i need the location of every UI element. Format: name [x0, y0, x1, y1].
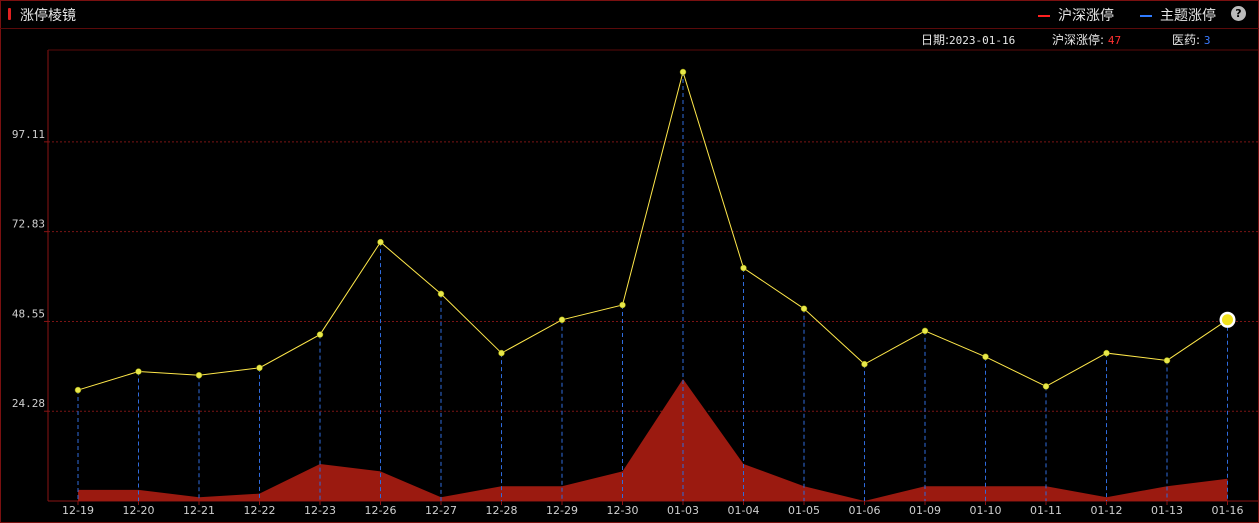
data-point	[74, 386, 82, 394]
data-point	[800, 305, 808, 312]
y-tick-label: 48.55	[12, 307, 45, 320]
x-tick-label: 01-10	[970, 504, 1002, 517]
y-tick-label: 24.28	[12, 397, 45, 410]
x-tick-label: 01-13	[1151, 504, 1183, 517]
x-tick-label: 01-05	[788, 504, 820, 517]
data-point	[558, 316, 566, 324]
data-point	[679, 68, 687, 76]
x-tick-label: 01-04	[728, 504, 760, 517]
data-point	[921, 327, 929, 335]
x-tick-label: 12-20	[123, 504, 155, 517]
data-point	[619, 301, 626, 309]
data-point	[437, 290, 445, 298]
y-tick-label: 72.83	[12, 218, 45, 231]
data-point	[861, 360, 868, 368]
x-tick-label: 01-03	[667, 504, 699, 517]
x-tick-label: 12-28	[486, 504, 518, 517]
data-point	[316, 331, 324, 338]
data-point	[740, 264, 747, 272]
x-tick-label: 01-11	[1030, 504, 1062, 517]
x-tick-label: 12-29	[546, 504, 578, 517]
x-tick-label: 12-30	[607, 504, 639, 517]
theme-area-series	[78, 378, 1228, 501]
x-tick-label: 01-09	[909, 504, 941, 517]
x-tick-label: 12-23	[304, 504, 336, 517]
data-point	[135, 368, 142, 375]
x-tick-label: 12-21	[183, 504, 215, 517]
x-tick-label: 12-19	[62, 504, 94, 517]
highlight-data-point	[1222, 314, 1233, 326]
line-area-chart[interactable]: 97.11 72.83 48.55 24.28 12-19 12-20 12-21 12-22…	[0, 0, 1259, 523]
data-point	[1042, 383, 1050, 390]
y-tick-label: 97.11	[12, 128, 45, 141]
data-point	[1103, 349, 1110, 357]
data-point	[195, 372, 203, 379]
x-tick-label: 01-16	[1212, 504, 1244, 517]
data-point	[256, 364, 263, 372]
x-tick-label: 01-06	[849, 504, 881, 517]
market-line-series	[77, 70, 1228, 391]
data-point	[498, 349, 505, 357]
x-tick-label: 12-27	[425, 504, 457, 517]
x-tick-label: 01-12	[1091, 504, 1123, 517]
data-point	[1163, 357, 1171, 364]
x-tick-label: 12-26	[365, 504, 397, 517]
x-tick-label: 12-22	[244, 504, 276, 517]
data-point	[982, 353, 989, 361]
data-point	[377, 238, 384, 246]
